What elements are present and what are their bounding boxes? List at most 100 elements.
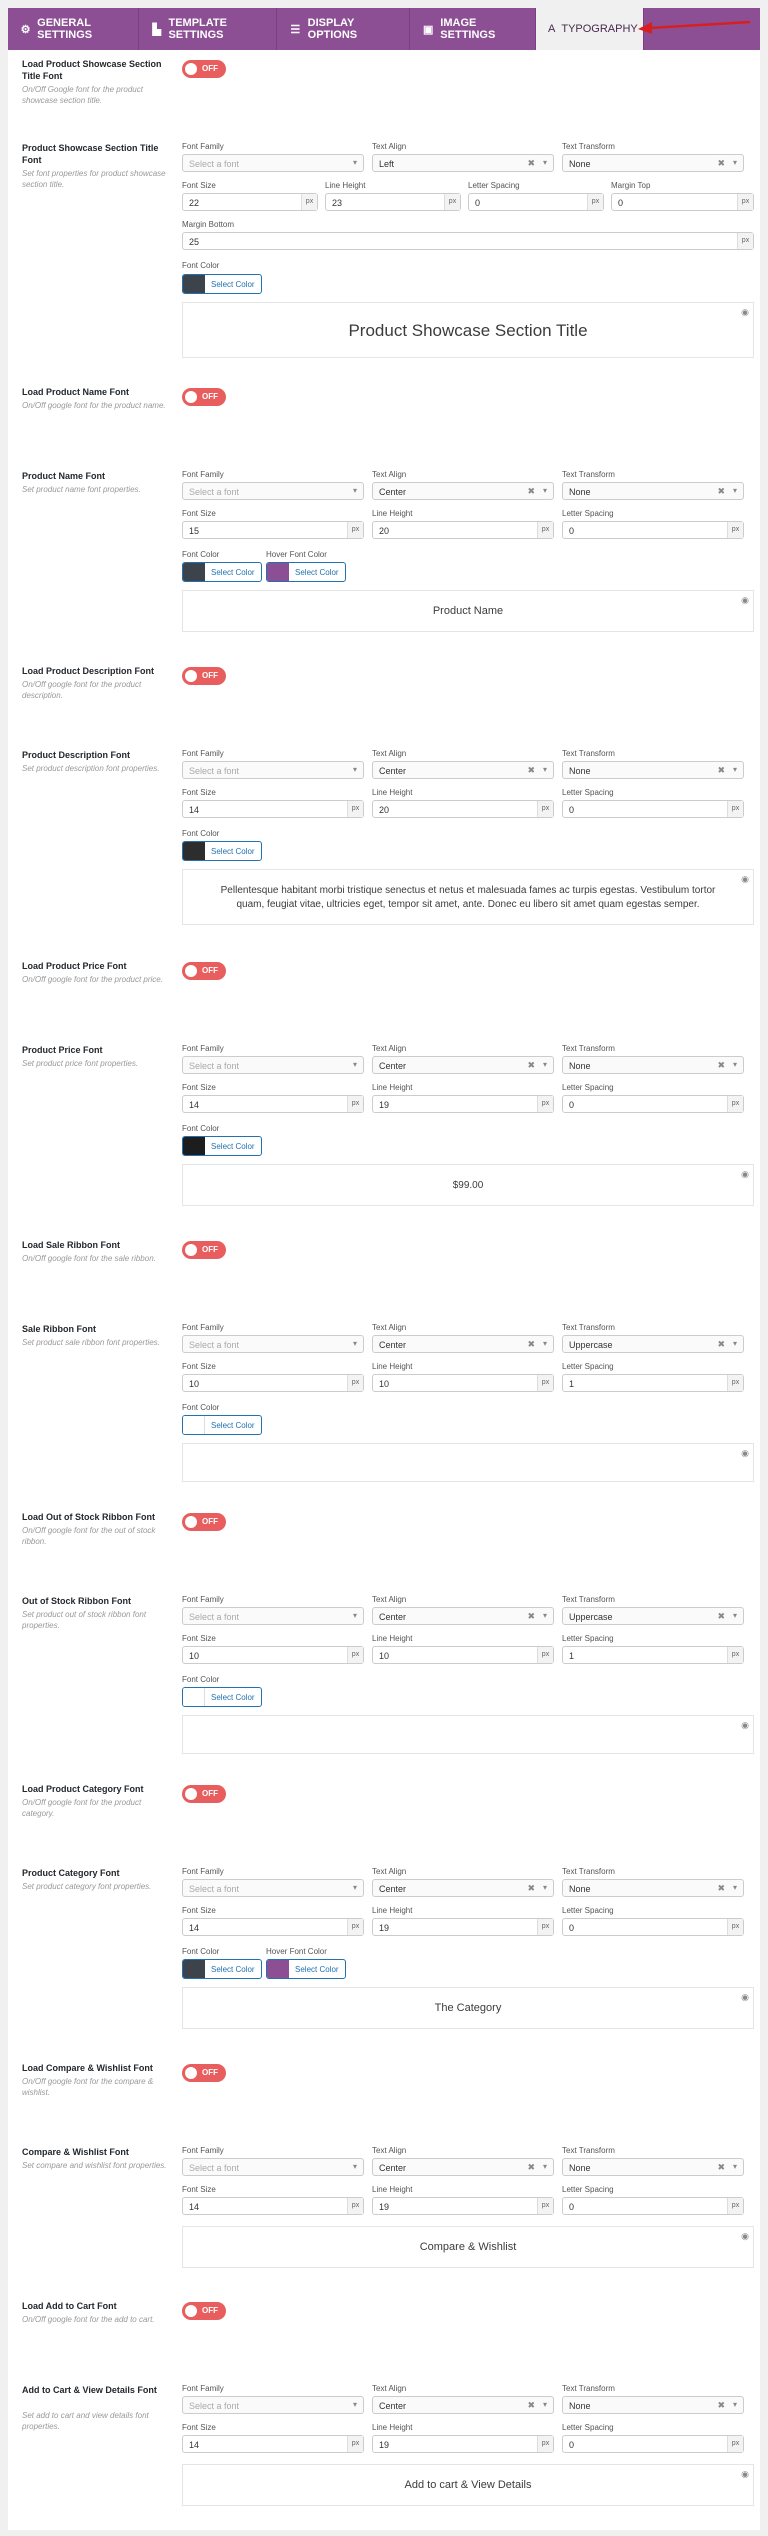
font-family-select[interactable]: Select a font ▾	[182, 154, 364, 172]
clear-icon[interactable]: ✖	[527, 2400, 535, 2411]
load-font-toggle[interactable]: OFF	[182, 1785, 226, 1803]
font-family-select[interactable]: Select a font ▾	[182, 1056, 364, 1074]
eye-icon[interactable]: ◉	[741, 595, 749, 606]
clear-icon[interactable]: ✖	[527, 158, 535, 169]
font-size-input[interactable]: 10 px	[182, 1374, 364, 1392]
font-size-input[interactable]: 10 px	[182, 1646, 364, 1664]
clear-icon[interactable]: ✖	[527, 1339, 535, 1350]
load-font-toggle[interactable]: OFF	[182, 60, 226, 78]
text-align-select[interactable]: Center ✖ ▾	[372, 1879, 554, 1897]
font-size-input[interactable]: 14 px	[182, 800, 364, 818]
line-height-input[interactable]: 19 px	[372, 1918, 554, 1936]
letter-spacing-input[interactable]: 0 px	[562, 800, 744, 818]
margin-bottom-input[interactable]: 25 px	[182, 232, 754, 250]
text-align-select[interactable]: Center ✖ ▾	[372, 761, 554, 779]
text-align-select[interactable]: Center ✖ ▾	[372, 1607, 554, 1625]
font-color-picker[interactable]: Select Color	[182, 1415, 262, 1435]
font-color-picker[interactable]: Select Color	[182, 1959, 262, 1979]
font-color-picker[interactable]: Select Color	[182, 1687, 262, 1707]
font-size-input[interactable]: 14 px	[182, 2435, 364, 2453]
load-font-toggle[interactable]: OFF	[182, 1513, 226, 1531]
text-align-select[interactable]: Center ✖ ▾	[372, 1335, 554, 1353]
font-family-select[interactable]: Select a font ▾	[182, 2158, 364, 2176]
tab-display-options[interactable]: ☰ DISPLAY OPTIONS	[277, 8, 410, 50]
tab-image-settings[interactable]: ▣ IMAGE SETTINGS	[410, 8, 536, 50]
clear-icon[interactable]: ✖	[527, 2162, 535, 2173]
text-transform-select[interactable]: Uppercase ✖ ▾	[562, 1335, 744, 1353]
text-transform-select[interactable]: None ✖ ▾	[562, 1879, 744, 1897]
margin-top-input[interactable]: 0 px	[611, 193, 754, 211]
font-family-select[interactable]: Select a font ▾	[182, 482, 364, 500]
clear-icon[interactable]: ✖	[527, 486, 535, 497]
letter-spacing-input[interactable]: 0 px	[562, 2197, 744, 2215]
hover-font-color-picker[interactable]: Select Color	[266, 562, 346, 582]
clear-icon[interactable]: ✖	[527, 765, 535, 776]
font-size-input[interactable]: 22 px	[182, 193, 318, 211]
letter-spacing-input[interactable]: 1 px	[562, 1374, 744, 1392]
font-size-input[interactable]: 14 px	[182, 1918, 364, 1936]
text-align-select[interactable]: Center ✖ ▾	[372, 1056, 554, 1074]
eye-icon[interactable]: ◉	[741, 2469, 749, 2480]
line-height-input[interactable]: 23 px	[325, 193, 461, 211]
text-transform-select[interactable]: None ✖ ▾	[562, 2396, 744, 2414]
clear-icon[interactable]: ✖	[717, 1339, 725, 1350]
font-color-picker[interactable]: Select Color	[182, 1136, 262, 1156]
eye-icon[interactable]: ◉	[741, 1448, 749, 1459]
line-height-input[interactable]: 19 px	[372, 1095, 554, 1113]
tab-template-settings[interactable]: ▙ TEMPLATE SETTINGS	[139, 8, 277, 50]
text-transform-select[interactable]: None ✖ ▾	[562, 761, 744, 779]
clear-icon[interactable]: ✖	[527, 1611, 535, 1622]
letter-spacing-input[interactable]: 0 px	[562, 2435, 744, 2453]
text-transform-select[interactable]: Uppercase ✖ ▾	[562, 1607, 744, 1625]
clear-icon[interactable]: ✖	[717, 1883, 725, 1894]
eye-icon[interactable]: ◉	[741, 1720, 749, 1731]
load-font-toggle[interactable]: OFF	[182, 388, 226, 406]
line-height-input[interactable]: 19 px	[372, 2435, 554, 2453]
load-font-toggle[interactable]: OFF	[182, 1241, 226, 1259]
eye-icon[interactable]: ◉	[741, 1992, 749, 2003]
font-color-picker[interactable]: Select Color	[182, 274, 262, 294]
line-height-input[interactable]: 20 px	[372, 521, 554, 539]
font-family-select[interactable]: Select a font ▾	[182, 761, 364, 779]
text-transform-select[interactable]: None ✖ ▾	[562, 1056, 744, 1074]
font-family-select[interactable]: Select a font ▾	[182, 1607, 364, 1625]
text-align-select[interactable]: Left ✖ ▾	[372, 154, 554, 172]
letter-spacing-input[interactable]: 0 px	[562, 1095, 744, 1113]
eye-icon[interactable]: ◉	[741, 2231, 749, 2242]
clear-icon[interactable]: ✖	[717, 1060, 725, 1071]
font-family-select[interactable]: Select a font ▾	[182, 1335, 364, 1353]
letter-spacing-input[interactable]: 0 px	[562, 1918, 744, 1936]
clear-icon[interactable]: ✖	[527, 1883, 535, 1894]
clear-icon[interactable]: ✖	[527, 1060, 535, 1071]
font-color-picker[interactable]: Select Color	[182, 841, 262, 861]
letter-spacing-input[interactable]: 0 px	[468, 193, 604, 211]
eye-icon[interactable]: ◉	[741, 307, 749, 318]
font-size-input[interactable]: 14 px	[182, 2197, 364, 2215]
line-height-input[interactable]: 10 px	[372, 1646, 554, 1664]
load-font-toggle[interactable]: OFF	[182, 2064, 226, 2082]
tab-general-settings[interactable]: ⚙ GENERAL SETTINGS	[8, 8, 139, 50]
load-font-toggle[interactable]: OFF	[182, 962, 226, 980]
clear-icon[interactable]: ✖	[717, 486, 725, 497]
text-align-select[interactable]: Center ✖ ▾	[372, 2396, 554, 2414]
load-font-toggle[interactable]: OFF	[182, 667, 226, 685]
line-height-input[interactable]: 10 px	[372, 1374, 554, 1392]
line-height-input[interactable]: 19 px	[372, 2197, 554, 2215]
text-transform-select[interactable]: None ✖ ▾	[562, 154, 744, 172]
font-size-input[interactable]: 15 px	[182, 521, 364, 539]
text-align-select[interactable]: Center ✖ ▾	[372, 482, 554, 500]
font-color-picker[interactable]: Select Color	[182, 562, 262, 582]
line-height-input[interactable]: 20 px	[372, 800, 554, 818]
tab-typography[interactable]: A TYPOGRAPHY	[536, 8, 644, 50]
text-transform-select[interactable]: None ✖ ▾	[562, 482, 744, 500]
clear-icon[interactable]: ✖	[717, 158, 725, 169]
text-align-select[interactable]: Center ✖ ▾	[372, 2158, 554, 2176]
letter-spacing-input[interactable]: 1 px	[562, 1646, 744, 1664]
clear-icon[interactable]: ✖	[717, 2162, 725, 2173]
hover-font-color-picker[interactable]: Select Color	[266, 1959, 346, 1979]
eye-icon[interactable]: ◉	[741, 1169, 749, 1180]
load-font-toggle[interactable]: OFF	[182, 2302, 226, 2320]
font-family-select[interactable]: Select a font ▾	[182, 2396, 364, 2414]
clear-icon[interactable]: ✖	[717, 1611, 725, 1622]
clear-icon[interactable]: ✖	[717, 765, 725, 776]
